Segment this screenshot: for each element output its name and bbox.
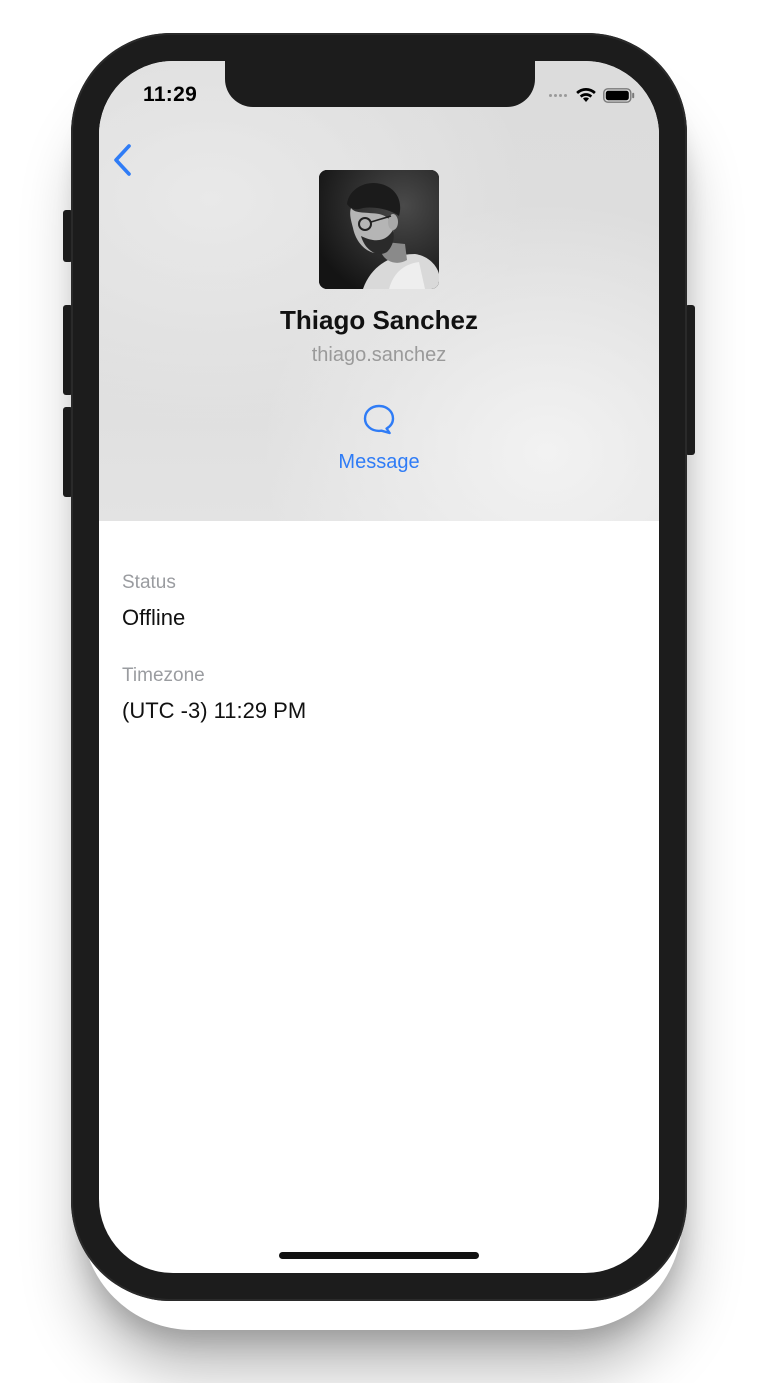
profile-header: 11:29 Thiago Sanchez thiago.sanchez Mess… bbox=[99, 61, 659, 521]
screen: 11:29 Thiago Sanchez thiago.sanchez Mess… bbox=[99, 61, 659, 1273]
back-button[interactable] bbox=[111, 143, 135, 177]
timezone-label: Timezone bbox=[122, 665, 205, 686]
status-value: Offline bbox=[122, 605, 186, 630]
speech-bubble-icon bbox=[363, 404, 395, 435]
timezone-field: Timezone (UTC -3) 11:29 PM bbox=[122, 664, 622, 724]
profile-details: Status Offline Timezone (UTC -3) 11:29 P… bbox=[122, 571, 622, 724]
profile-photo bbox=[319, 170, 439, 289]
home-indicator[interactable] bbox=[279, 1252, 479, 1259]
status-label: Status bbox=[122, 572, 176, 593]
battery-icon bbox=[603, 87, 635, 103]
timezone-value: (UTC -3) 11:29 PM bbox=[122, 698, 307, 723]
device-stage: 11:29 Thiago Sanchez thiago.sanchez Mess… bbox=[0, 0, 758, 1383]
profile-username: thiago.sanchez bbox=[311, 344, 447, 366]
wifi-icon bbox=[576, 87, 596, 102]
status-field: Status Offline bbox=[122, 571, 622, 631]
status-time: 11:29 bbox=[143, 83, 198, 106]
notch bbox=[225, 61, 535, 107]
avatar bbox=[319, 170, 439, 289]
profile-name: Thiago Sanchez bbox=[280, 305, 478, 335]
status-indicators bbox=[549, 87, 635, 103]
chevron-left-icon bbox=[114, 144, 131, 176]
message-label: Message bbox=[338, 451, 420, 473]
cellular-signal-icon bbox=[549, 93, 567, 97]
message-button[interactable]: Message bbox=[314, 399, 444, 479]
